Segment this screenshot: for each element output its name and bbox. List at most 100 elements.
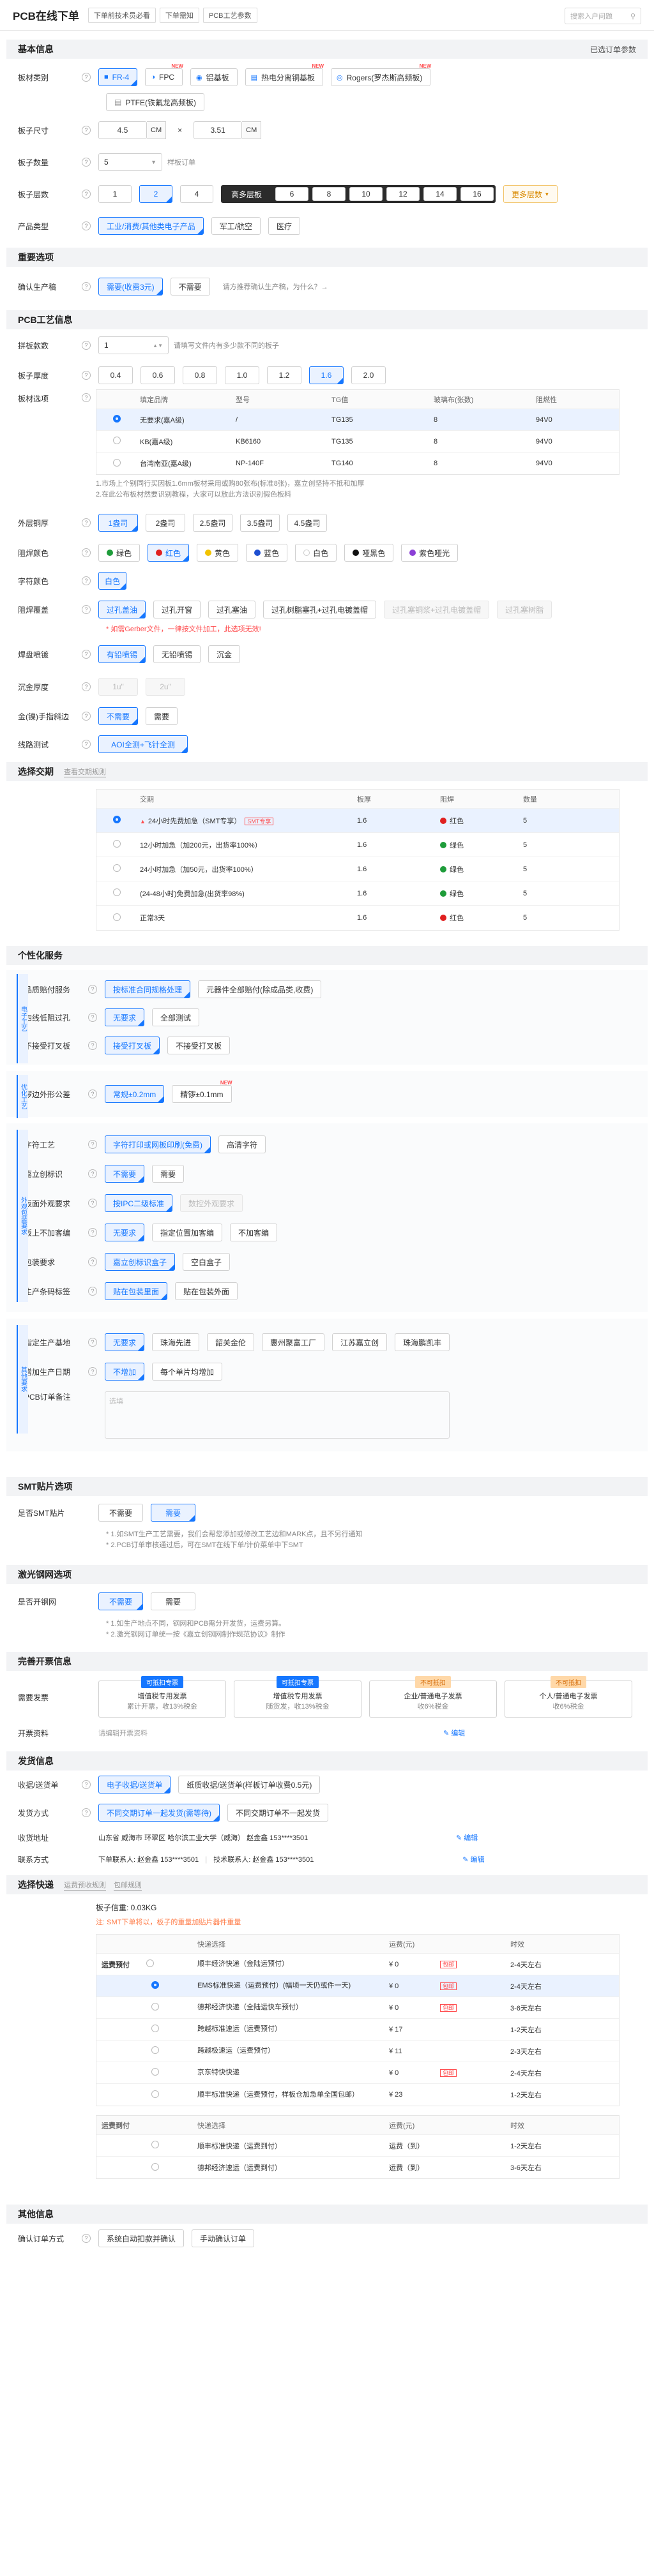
remark-textarea[interactable]: 选填 bbox=[105, 1391, 450, 1439]
date-no[interactable]: 不增加 bbox=[105, 1363, 145, 1381]
invoice-edit-link[interactable]: ✎ 编辑 bbox=[443, 1728, 465, 1738]
delivery-radio[interactable] bbox=[113, 913, 121, 921]
char-print[interactable]: 字符打印或网板印刷(免费) bbox=[105, 1135, 211, 1153]
area-3[interactable]: 惠州聚富工厂 bbox=[262, 1333, 325, 1351]
confirm-manual[interactable]: 手动确认订单 bbox=[192, 2229, 255, 2247]
cover-plug[interactable]: 过孔塞油 bbox=[208, 601, 256, 618]
delivery-row[interactable]: 12小时加急（加200元，出货率100%） 1.6 绿色 5 bbox=[96, 833, 619, 857]
material-1[interactable]: ◑ FPC NEW bbox=[145, 63, 183, 86]
copper-0[interactable]: 1盎司 bbox=[98, 514, 138, 532]
express-free-rules-tab[interactable]: 包邮规则 bbox=[114, 1880, 142, 1891]
help-icon[interactable]: ? bbox=[82, 282, 91, 291]
copper-3[interactable]: 3.5盎司 bbox=[240, 514, 280, 532]
help-icon[interactable]: ? bbox=[82, 393, 91, 402]
contact-edit-link[interactable]: ✎ 编辑 bbox=[462, 1854, 484, 1864]
thickness-1.2[interactable]: 1.2 bbox=[267, 366, 301, 384]
layer-12[interactable]: 12 bbox=[386, 187, 420, 201]
delivery-rules-tab[interactable]: 查看交期规则 bbox=[64, 767, 106, 777]
layer-10[interactable]: 10 bbox=[349, 187, 383, 201]
barcode-outside[interactable]: 贴在包装外面 bbox=[175, 1282, 238, 1300]
express-radio[interactable] bbox=[151, 2025, 159, 2032]
help-icon[interactable]: ? bbox=[82, 221, 91, 230]
cover-resin-plug[interactable]: 过孔塞树脂 bbox=[497, 601, 552, 618]
express-row[interactable]: 跨越标准速运（运费预付） ¥ 17 1-2天左右 bbox=[96, 2019, 619, 2041]
layer-6[interactable]: 6 bbox=[275, 187, 309, 201]
help-icon[interactable]: ? bbox=[82, 682, 91, 691]
finger-no[interactable]: 不需要 bbox=[98, 707, 139, 725]
layer-14[interactable]: 14 bbox=[423, 187, 457, 201]
help-icon[interactable]: ? bbox=[82, 605, 91, 614]
stencil-yes[interactable]: 需要 bbox=[151, 1592, 195, 1610]
cover-copper[interactable]: 过孔塞铜浆+过孔电镀盖帽 bbox=[384, 601, 490, 618]
header-btn-tech[interactable]: 下单前技术员必看 bbox=[87, 7, 156, 23]
help-icon[interactable]: ? bbox=[88, 1140, 97, 1149]
thickness-1.0[interactable]: 1.0 bbox=[225, 366, 259, 384]
help-icon[interactable]: ? bbox=[88, 1013, 97, 1022]
help-icon[interactable]: ? bbox=[88, 1367, 97, 1376]
help-icon[interactable]: ? bbox=[82, 73, 91, 82]
post-row[interactable]: 德邦经济速运（运费到付） 运费（到） 3-6天左右 bbox=[96, 2157, 619, 2178]
cover-resin[interactable]: 过孔树脂塞孔+过孔电镀盖帽 bbox=[263, 601, 377, 618]
size-height-input[interactable]: 3.51 bbox=[194, 121, 243, 139]
mask-4[interactable]: 白色 bbox=[295, 544, 337, 562]
material-2[interactable]: ◉ 铝基板 bbox=[190, 68, 238, 86]
help-icon[interactable]: ? bbox=[88, 1257, 97, 1266]
delivery-row[interactable]: 24小时加急（加50元，出货率100%） 1.6 绿色 5 bbox=[96, 857, 619, 881]
confirm-auto[interactable]: 系统自动扣款并确认 bbox=[98, 2229, 185, 2247]
material-4[interactable]: ◎ Rogers(罗杰斯高频板) NEW bbox=[331, 63, 431, 86]
help-icon[interactable]: ? bbox=[82, 518, 91, 527]
copper-2[interactable]: 2.5盎司 bbox=[193, 514, 232, 532]
express-row[interactable]: 运费预付 顺丰经济快递（金陆运预付） ¥ 0 包邮 2-4天左右 bbox=[96, 1954, 619, 1975]
delivery-row[interactable]: ▲ 24小时先费加急（SMT专享） SMT专享 1.6 红色 5 bbox=[96, 809, 619, 833]
express-fee-rules-tab[interactable]: 运费预收规则 bbox=[64, 1880, 106, 1891]
help-icon[interactable]: ? bbox=[82, 548, 91, 557]
search-input[interactable]: 搜索入户问题 ⚲ bbox=[565, 8, 641, 24]
help-icon[interactable]: ? bbox=[88, 985, 97, 994]
mark-position[interactable]: 指定位置加客编 bbox=[152, 1224, 223, 1241]
thickness-0.4[interactable]: 0.4 bbox=[98, 366, 133, 384]
area-4[interactable]: 江苏嘉立创 bbox=[332, 1333, 388, 1351]
post-radio[interactable] bbox=[151, 2141, 159, 2148]
surface-leaded[interactable]: 有铅喷锡 bbox=[98, 645, 146, 663]
copper-1[interactable]: 2盎司 bbox=[146, 514, 185, 532]
express-radio[interactable] bbox=[151, 1981, 159, 1989]
help-icon[interactable]: ? bbox=[88, 1287, 97, 1296]
stencil-no[interactable]: 不需要 bbox=[98, 1592, 143, 1610]
fourwire-none[interactable]: 无要求 bbox=[105, 1008, 145, 1026]
stepper-icon[interactable]: ▲▼ bbox=[153, 343, 163, 348]
cover-open[interactable]: 过孔开窗 bbox=[153, 601, 201, 618]
invoice-card-2[interactable]: 不可抵扣 企业/普通电子发票 收6%税金 bbox=[369, 1676, 497, 1718]
smt-no[interactable]: 不需要 bbox=[98, 1504, 143, 1522]
confirm-hint-link[interactable]: 请方推荐确认生产稿，为什么？→ bbox=[223, 281, 328, 292]
selected-params-link[interactable]: 已选订单参数 bbox=[590, 44, 636, 55]
sheet-row[interactable]: 台湾南亚(嘉A级)NP-140FTG140894V0起步价20+50元/㎡ bbox=[96, 453, 619, 474]
thickness-2.0[interactable]: 2.0 bbox=[351, 366, 386, 384]
mask-5[interactable]: 哑黑色 bbox=[344, 544, 394, 562]
type-medical[interactable]: 医疗 bbox=[268, 217, 301, 235]
layer-16[interactable]: 16 bbox=[460, 187, 494, 201]
smt-yes[interactable]: 需要 bbox=[151, 1504, 195, 1522]
sheet-row[interactable]: KB(嘉A级)KB6160TG135894V0起步价20+10元/㎡ bbox=[96, 431, 619, 453]
pack-blank-box[interactable]: 空白盒子 bbox=[183, 1253, 231, 1271]
invoice-card-0[interactable]: 可抵扣专票 增值税专用发票 累计开票，收13%税金 bbox=[98, 1676, 226, 1718]
help-icon[interactable]: ? bbox=[88, 1199, 97, 1208]
surface-leadfree[interactable]: 无铅喷锡 bbox=[153, 645, 201, 663]
type-military[interactable]: 军工/航空 bbox=[211, 217, 261, 235]
mark-none[interactable]: 无要求 bbox=[105, 1224, 145, 1241]
fourwire-all[interactable]: 全部测试 bbox=[152, 1008, 200, 1026]
help-icon[interactable]: ? bbox=[88, 1041, 97, 1050]
receipt-electronic[interactable]: 电子收据/送货单 bbox=[98, 1776, 171, 1793]
gold-2u[interactable]: 2u" bbox=[146, 678, 185, 696]
char-hd[interactable]: 高清字符 bbox=[218, 1135, 266, 1153]
express-row[interactable]: 德邦经济快递（全陆运快车预付） ¥ 0 包邮 3-6天左右 bbox=[96, 1997, 619, 2019]
mask-3[interactable]: 蓝色 bbox=[246, 544, 288, 562]
express-radio[interactable] bbox=[151, 2003, 159, 2011]
header-btn-params[interactable]: PCB工艺参数 bbox=[202, 7, 257, 23]
help-icon[interactable]: ? bbox=[88, 1169, 97, 1178]
sample-ipc2[interactable]: 按IPC二级标准 bbox=[105, 1194, 173, 1212]
panel-count-input[interactable]: 1 ▲▼ bbox=[98, 336, 169, 354]
confirm-need[interactable]: 需要(收费3元) bbox=[98, 278, 163, 296]
quality-full[interactable]: 元器件全部赔付(除成品类,收费) bbox=[198, 980, 322, 998]
delivery-radio[interactable] bbox=[113, 888, 121, 896]
ship-together[interactable]: 不同交期订单一起发货(需等待) bbox=[98, 1804, 220, 1822]
